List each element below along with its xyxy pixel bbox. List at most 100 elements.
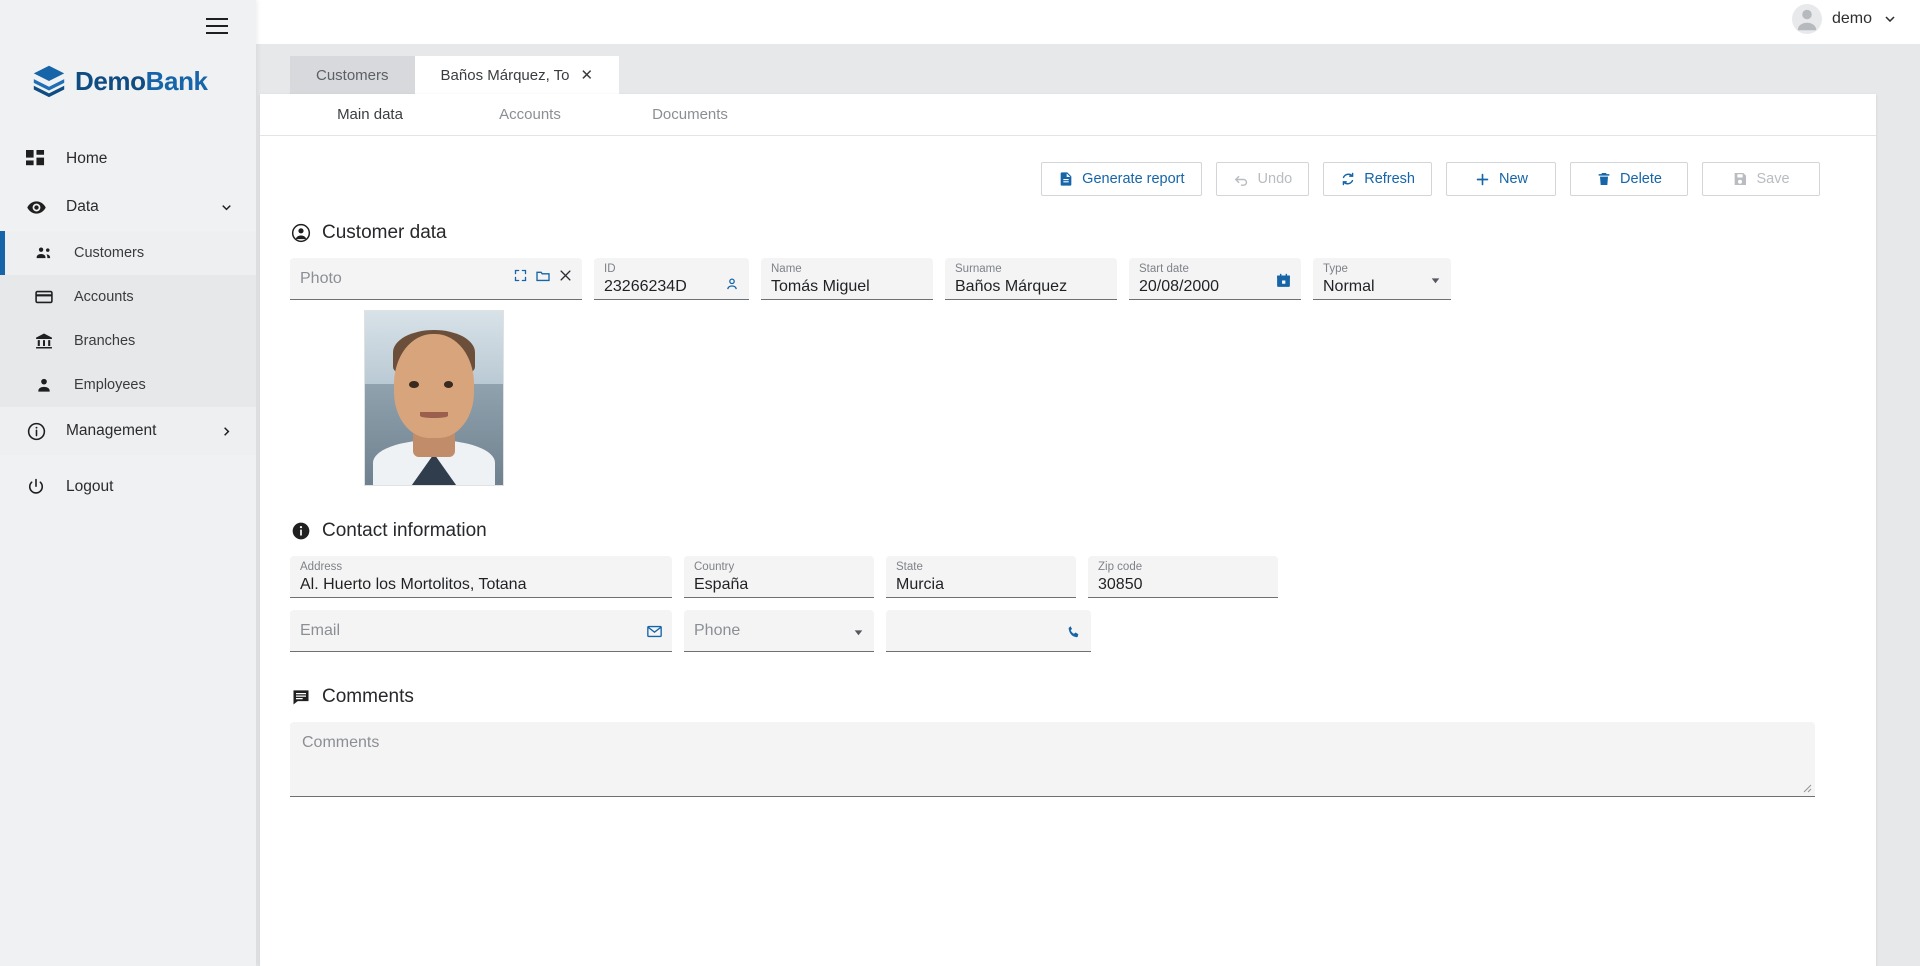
people-icon [34,243,60,263]
new-button[interactable]: New [1446,162,1556,196]
sidebar-item-customers[interactable]: Customers [0,231,256,275]
sidebar-item-label: Management [66,422,157,439]
dropdown-arrow-icon[interactable] [852,626,865,639]
country-field[interactable]: Country España [684,556,874,598]
email-icon[interactable] [646,623,663,640]
start-date-field[interactable]: Start date 20/08/2000 [1129,258,1301,300]
sidebar-item-employees[interactable]: Employees [0,363,256,407]
dashboard-icon [26,149,52,169]
customer-photo [364,310,504,486]
comment-icon [290,687,311,708]
document-tabs: Customers Baños Márquez, Tomás Miguel ✕ [260,56,1876,94]
field-value: Murcia [896,576,945,593]
comments-textarea[interactable]: Comments [290,722,1815,797]
sidebar-item-logout[interactable]: Logout [0,463,256,511]
sidebar-item-management[interactable]: Management [0,407,256,455]
menu-icon[interactable] [200,9,234,43]
sub-tabs: Main data Accounts Documents [260,94,1876,136]
contact-information-heading: Contact information [290,486,1876,542]
tab-label: Documents [652,106,728,123]
generate-report-button[interactable]: Generate report [1041,162,1202,196]
name-field[interactable]: Name Tomás Miguel [761,258,933,300]
bank-icon [34,331,60,351]
photo-field[interactable]: Photo [290,258,582,300]
info-icon [290,521,311,542]
top-bar: demo [256,0,1920,44]
sidebar-item-data[interactable]: Data [0,183,256,231]
user-menu[interactable]: demo [1791,4,1898,34]
comments-placeholder: Comments [302,734,380,751]
field-value: Baños Márquez [955,278,1068,295]
eye-icon [26,197,52,218]
chevron-down-icon[interactable] [219,200,234,215]
undo-icon [1233,171,1250,188]
chevron-down-icon[interactable] [1882,11,1898,27]
calendar-icon[interactable] [1275,272,1292,289]
document-tab-label: Customers [316,66,389,84]
button-label: Refresh [1364,171,1415,187]
button-label: Undo [1257,171,1293,187]
zip-code-field[interactable]: Zip code 30850 [1088,556,1278,598]
button-label: Save [1756,171,1790,187]
folder-open-icon[interactable] [535,268,551,289]
phone-type-select[interactable]: Phone [684,610,874,652]
button-label: New [1498,171,1528,187]
person-icon[interactable] [724,276,740,292]
account-circle-icon [290,223,311,244]
document-tab-label: Baños Márquez, Tomás Miguel [440,66,569,84]
phone-number-field[interactable] [886,610,1091,652]
field-label: ID [604,263,616,275]
email-field[interactable]: Email [290,610,672,652]
surname-field[interactable]: Surname Baños Márquez [945,258,1117,300]
document-tab-customer-detail[interactable]: Baños Márquez, Tomás Miguel ✕ [414,56,620,94]
application-window: DemoBank Home Data Customers Accounts Br… [0,0,1920,966]
dropdown-arrow-icon[interactable] [1429,274,1442,287]
tab-documents[interactable]: Documents [610,106,770,123]
sidebar-item-home[interactable]: Home [0,135,256,183]
fullscreen-icon[interactable] [513,268,528,289]
photo-field-actions [513,268,573,289]
button-label: Delete [1620,171,1662,187]
address-field[interactable]: Address Al. Huerto los Mortolitos, Totan… [290,556,672,598]
demobank-logo-icon [30,62,68,100]
field-value: España [694,576,749,593]
tab-label: Main data [337,106,403,123]
field-label: Zip code [1098,561,1143,573]
delete-button[interactable]: Delete [1570,162,1688,196]
credit-card-icon [34,287,60,307]
field-label: State [896,561,923,573]
field-label: Type [1323,263,1348,275]
chevron-right-icon[interactable] [219,424,234,439]
type-field[interactable]: Type Normal [1313,258,1451,300]
close-icon[interactable]: ✕ [581,68,594,83]
sidebar-item-label: Accounts [74,289,134,305]
state-field[interactable]: State Murcia [886,556,1076,598]
sidebar-item-accounts[interactable]: Accounts [0,275,256,319]
sidebar-item-branches[interactable]: Branches [0,319,256,363]
refresh-button[interactable]: Refresh [1323,162,1432,196]
action-toolbar: Generate report Undo Refresh New Delete … [260,136,1876,196]
save-button[interactable]: Save [1702,162,1820,196]
clear-icon[interactable] [558,268,573,289]
sidebar: DemoBank Home Data Customers Accounts Br… [0,0,256,966]
sidebar-item-label: Logout [66,478,114,495]
field-placeholder: Email [300,621,341,639]
info-circle-icon [26,421,52,442]
undo-button[interactable]: Undo [1215,162,1310,196]
field-label: Name [771,263,802,275]
refresh-icon [1340,171,1356,187]
document-tab-customers[interactable]: Customers [290,56,415,94]
field-label: Address [300,561,343,573]
customer-data-heading: Customer data [290,196,1876,244]
document-icon [1058,171,1074,187]
sidebar-item-label: Home [66,150,108,167]
customer-data-fields-row: Photo ID 23266234D Name Tomás Miguel Sur… [290,244,1876,300]
resize-handle-icon[interactable] [1800,780,1812,793]
tab-accounts[interactable]: Accounts [450,106,610,123]
tab-main-data[interactable]: Main data [290,106,450,123]
id-field[interactable]: ID 23266234D [594,258,749,300]
section-title: Comments [322,686,414,707]
save-icon [1732,171,1748,187]
contact-row-1: Address Al. Huerto los Mortolitos, Totan… [290,542,1876,598]
phone-icon[interactable] [1066,624,1082,640]
